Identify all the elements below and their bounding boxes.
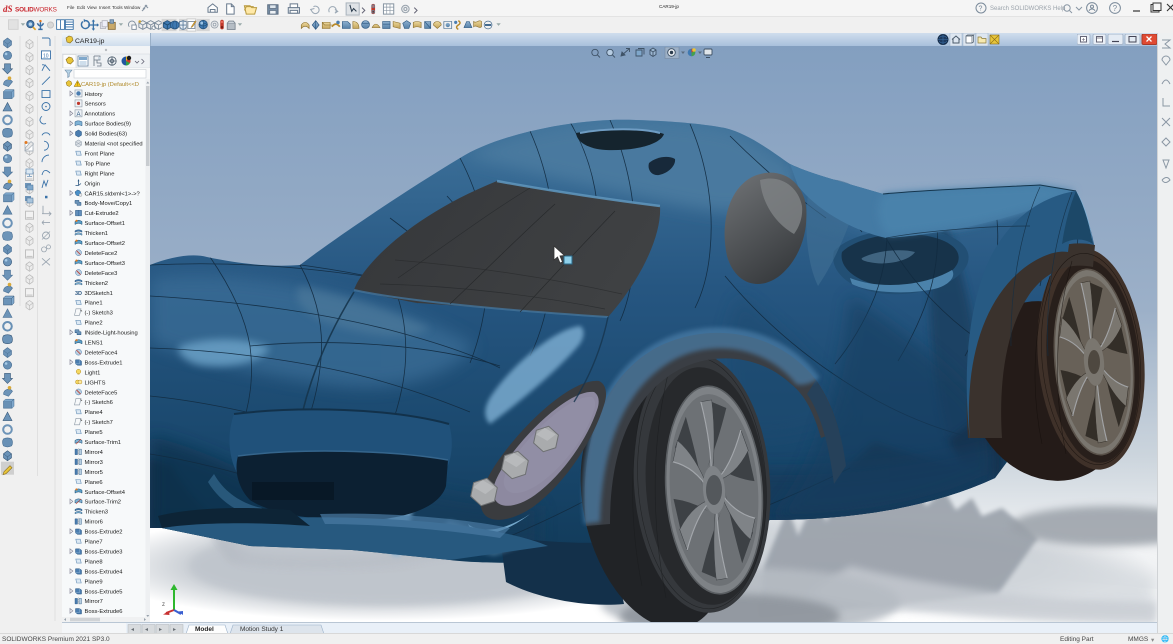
svg-text:Surface-Trim1: Surface-Trim1: [85, 440, 122, 446]
svg-text:3D: 3D: [75, 291, 82, 297]
svg-text:Surface-Offset2: Surface-Offset2: [85, 241, 126, 247]
svg-text:(-) Sketch7: (-) Sketch7: [85, 420, 113, 426]
svg-text:Plane9: Plane9: [85, 579, 103, 585]
svg-text:Mirror4: Mirror4: [85, 450, 104, 456]
svg-text:Surface-Offset4: Surface-Offset4: [85, 490, 126, 496]
svg-text:Surface-Offset3: Surface-Offset3: [85, 261, 126, 267]
svg-text:A: A: [77, 112, 81, 118]
svg-text:Material <not specified: Material <not specified: [85, 142, 143, 148]
svg-text:DeleteFace3: DeleteFace3: [85, 271, 118, 277]
svg-text:Solid Bodies(63): Solid Bodies(63): [85, 132, 128, 138]
svg-text:Motion Study 1: Motion Study 1: [240, 626, 284, 633]
svg-text:Mirror3: Mirror3: [85, 460, 103, 466]
svg-text:Mirror5: Mirror5: [85, 470, 103, 476]
svg-text:LENS1: LENS1: [85, 341, 103, 347]
svg-text:?: ?: [1113, 4, 1118, 13]
svg-text:CAR19-jp: CAR19-jp: [75, 38, 105, 45]
svg-text:3DSketch1: 3DSketch1: [85, 291, 113, 297]
svg-text:Thicken3: Thicken3: [85, 510, 109, 516]
svg-text:Sensors: Sensors: [85, 102, 106, 108]
svg-text:Boss-Extrude6: Boss-Extrude6: [85, 609, 123, 615]
svg-text:Boss-Extrude2: Boss-Extrude2: [85, 530, 123, 536]
svg-text:SOLIDWORKS: SOLIDWORKS: [15, 7, 57, 14]
svg-text:Plane8: Plane8: [85, 559, 103, 565]
svg-text:Plane6: Plane6: [85, 480, 103, 486]
svg-text:Surface-Trim2: Surface-Trim2: [85, 500, 122, 506]
svg-text:Boss-Extrude5: Boss-Extrude5: [85, 589, 123, 595]
svg-text:z: z: [162, 602, 165, 608]
svg-text:Plane5: Plane5: [85, 430, 103, 436]
svg-text:Thicken2: Thicken2: [85, 281, 109, 287]
svg-text:CAR19-jp (Default<<D: CAR19-jp (Default<<D: [81, 82, 139, 88]
svg-text:History: History: [85, 92, 103, 98]
svg-text:Body-Move/Copy1: Body-Move/Copy1: [85, 201, 133, 207]
svg-text:Plane1: Plane1: [85, 301, 103, 307]
svg-text:!: !: [77, 82, 78, 88]
svg-text:INside-Light-housing: INside-Light-housing: [85, 331, 138, 337]
svg-text:Thicken1: Thicken1: [85, 231, 109, 237]
svg-text:dS: dS: [3, 4, 13, 14]
svg-text:(-) Sketch3: (-) Sketch3: [85, 311, 113, 317]
svg-text:Surface-Offset1: Surface-Offset1: [85, 221, 126, 227]
svg-text:Top Plane: Top Plane: [85, 161, 111, 167]
svg-text:Plane4: Plane4: [85, 410, 104, 416]
svg-text:Boss-Extrude3: Boss-Extrude3: [85, 549, 123, 555]
svg-text:LIGHTS: LIGHTS: [85, 380, 106, 386]
svg-text:Search SOLIDWORKS Help: Search SOLIDWORKS Help: [990, 6, 1066, 12]
svg-text:10: 10: [43, 53, 49, 59]
svg-text:DeleteFace4: DeleteFace4: [85, 350, 119, 356]
svg-text:Right Plane: Right Plane: [85, 171, 115, 177]
svg-text:?: ?: [979, 6, 983, 13]
svg-text:Mirror7: Mirror7: [85, 599, 103, 605]
svg-text:Boss-Extrude4: Boss-Extrude4: [85, 569, 124, 575]
svg-text:Plane7: Plane7: [85, 540, 103, 546]
svg-text:Plane2: Plane2: [85, 321, 103, 327]
svg-text:DeleteFace2: DeleteFace2: [85, 251, 118, 257]
svg-text:Origin: Origin: [85, 181, 100, 187]
svg-text:CAR15.sldxml<1>->?: CAR15.sldxml<1>->?: [85, 191, 141, 197]
svg-text:Surface Bodies(9): Surface Bodies(9): [85, 122, 131, 128]
svg-text:Boss-Extrude1: Boss-Extrude1: [85, 360, 123, 366]
svg-text:Front Plane: Front Plane: [85, 151, 115, 157]
svg-text:Cut-Extrude2: Cut-Extrude2: [85, 211, 119, 217]
svg-text:(-) Sketch6: (-) Sketch6: [85, 400, 113, 406]
svg-text:DeleteFace5: DeleteFace5: [85, 390, 118, 396]
svg-text:Light1: Light1: [85, 370, 101, 376]
svg-text:Model: Model: [195, 626, 214, 633]
svg-text:Annotations: Annotations: [85, 112, 116, 118]
svg-text:Mirror6: Mirror6: [85, 520, 103, 526]
